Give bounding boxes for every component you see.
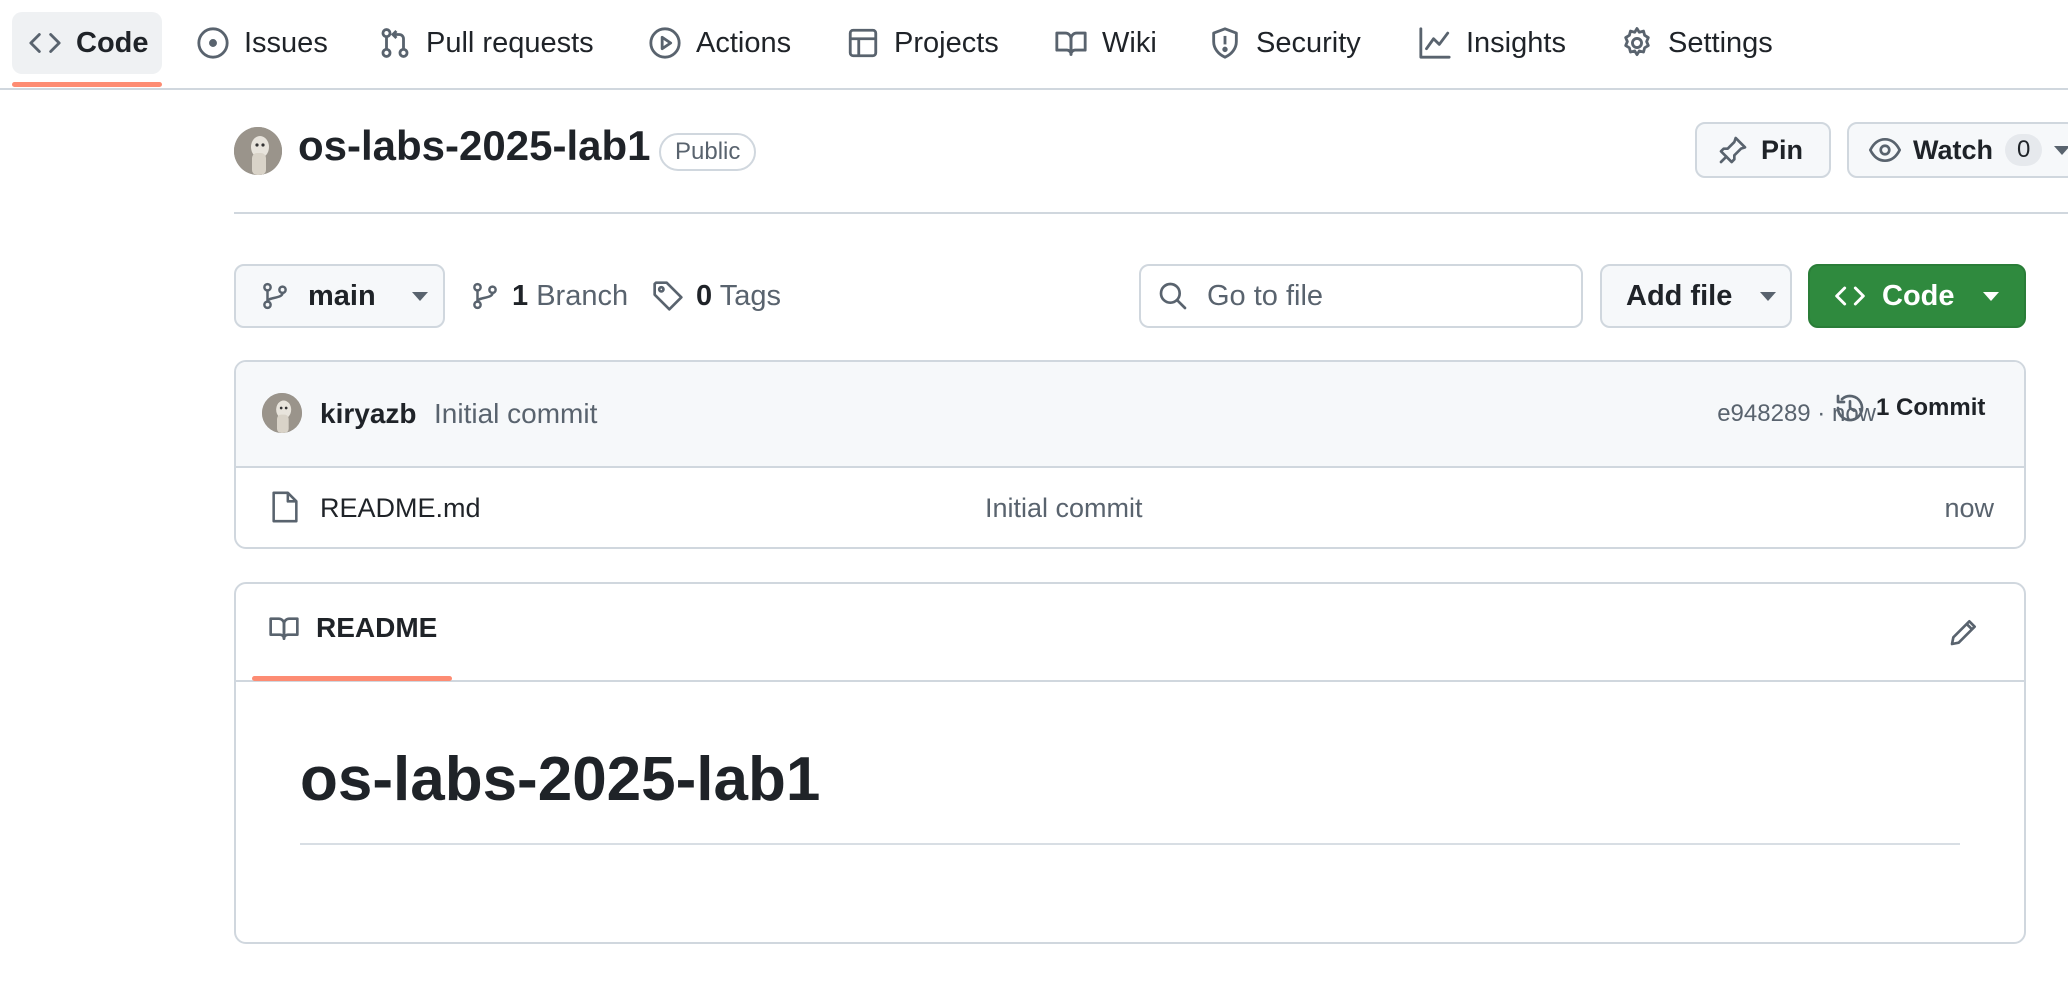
pull-request-icon bbox=[378, 26, 412, 60]
commits-history-link[interactable]: 1 Commit bbox=[1834, 392, 1985, 424]
branches-link[interactable]: 1 Branch bbox=[470, 264, 628, 328]
play-icon bbox=[648, 26, 682, 60]
visibility-badge: Public bbox=[659, 133, 757, 171]
file-commit-message[interactable]: Initial commit bbox=[985, 493, 1143, 524]
branch-count: 1 bbox=[512, 279, 529, 312]
tab-insights[interactable]: Insights bbox=[1402, 12, 1582, 74]
branch-select[interactable]: main bbox=[234, 264, 445, 328]
heading-divider bbox=[300, 843, 1960, 845]
owner-avatar[interactable] bbox=[234, 127, 282, 175]
watch-button[interactable]: Watch 0 bbox=[1847, 122, 2068, 178]
file-updated-time: now bbox=[1944, 493, 1994, 523]
readme-panel: README os-labs-2025-lab1 bbox=[234, 582, 2026, 944]
pin-label: Pin bbox=[1761, 134, 1804, 165]
tab-settings[interactable]: Settings bbox=[1604, 12, 1789, 74]
branch-label: Branch bbox=[536, 279, 629, 312]
tag-icon bbox=[652, 280, 684, 312]
readme-header: README bbox=[236, 584, 2024, 682]
tab-security-label: Security bbox=[1256, 26, 1361, 59]
graph-icon bbox=[1418, 26, 1452, 60]
code-icon bbox=[28, 26, 62, 60]
code-button-label: Code bbox=[1882, 279, 1955, 312]
readme-tab-label: README bbox=[316, 612, 438, 643]
gear-icon bbox=[1620, 26, 1654, 60]
commit-author[interactable]: kiryazb bbox=[320, 398, 417, 430]
shield-icon bbox=[1208, 26, 1242, 60]
tab-wiki[interactable]: Wiki bbox=[1038, 12, 1173, 74]
history-icon bbox=[1834, 392, 1866, 424]
branch-name: main bbox=[308, 279, 376, 312]
eye-icon bbox=[1869, 134, 1901, 166]
search-input[interactable] bbox=[1205, 278, 1586, 314]
pin-button[interactable]: Pin bbox=[1695, 122, 1831, 178]
readme-heading: os-labs-2025-lab1 bbox=[300, 745, 821, 814]
file-icon bbox=[270, 490, 300, 524]
tab-security[interactable]: Security bbox=[1192, 12, 1377, 74]
git-branch-icon bbox=[470, 281, 500, 311]
tab-actions[interactable]: Actions bbox=[632, 12, 807, 74]
file-name-link[interactable]: README.md bbox=[320, 493, 481, 524]
commit-count-label: 1 Commit bbox=[1876, 394, 1986, 421]
readme-tab[interactable]: README bbox=[268, 612, 437, 644]
pencil-icon[interactable] bbox=[1948, 616, 1980, 648]
repo-nav: Code Issues Pull requests Actions Projec… bbox=[0, 0, 2068, 90]
repo-name[interactable]: os-labs-2025-lab1 bbox=[298, 122, 651, 170]
tab-issues-label: Issues bbox=[244, 26, 328, 59]
tab-insights-label: Insights bbox=[1466, 26, 1566, 59]
chevron-down-icon bbox=[1760, 291, 1777, 301]
tab-settings-label: Settings bbox=[1668, 26, 1773, 59]
book-icon bbox=[268, 612, 300, 644]
go-to-file-search[interactable]: t bbox=[1139, 264, 1638, 328]
search-icon bbox=[1157, 280, 1189, 312]
commit-message[interactable]: Initial commit bbox=[434, 398, 597, 430]
tab-projects-label: Projects bbox=[894, 26, 999, 59]
issue-opened-icon bbox=[196, 26, 230, 60]
tab-code[interactable]: Code bbox=[12, 12, 162, 74]
latest-commit-bar: kiryazb Initial commit e948289 · now 1 C… bbox=[236, 362, 2024, 468]
tab-issues[interactable]: Issues bbox=[180, 12, 344, 74]
selected-tab-indicator bbox=[252, 676, 452, 681]
table-icon bbox=[846, 26, 880, 60]
tab-pull-requests[interactable]: Pull requests bbox=[362, 12, 610, 74]
file-browser: kiryazb Initial commit e948289 · now 1 C… bbox=[234, 360, 2026, 549]
git-branch-icon bbox=[260, 281, 290, 311]
tab-pull-requests-label: Pull requests bbox=[426, 26, 594, 59]
tags-link[interactable]: 0 Tags bbox=[652, 264, 781, 328]
add-file-label: Add file bbox=[1626, 279, 1733, 312]
header-divider bbox=[234, 212, 2068, 214]
code-icon bbox=[1834, 280, 1866, 312]
add-file-button[interactable]: Add file bbox=[1600, 264, 1792, 328]
watch-count: 0 bbox=[2005, 134, 2043, 166]
tab-projects[interactable]: Projects bbox=[830, 12, 1015, 74]
watch-label: Watch bbox=[1913, 134, 1993, 165]
selected-tab-indicator bbox=[12, 82, 162, 87]
pin-icon bbox=[1717, 134, 1749, 166]
tag-count: 0 bbox=[696, 279, 713, 312]
tab-wiki-label: Wiki bbox=[1102, 26, 1157, 59]
tab-actions-label: Actions bbox=[696, 26, 792, 59]
chevron-down-icon bbox=[1982, 291, 1999, 301]
tag-label: Tags bbox=[719, 279, 781, 312]
book-icon bbox=[1054, 26, 1088, 60]
table-row[interactable]: README.md Initial commit now bbox=[236, 468, 2024, 547]
chevron-down-icon bbox=[2054, 145, 2068, 155]
commit-author-avatar[interactable] bbox=[262, 393, 302, 433]
tab-code-label: Code bbox=[76, 26, 149, 59]
chevron-down-icon bbox=[411, 291, 428, 301]
code-dropdown-button[interactable]: Code bbox=[1808, 264, 2026, 328]
